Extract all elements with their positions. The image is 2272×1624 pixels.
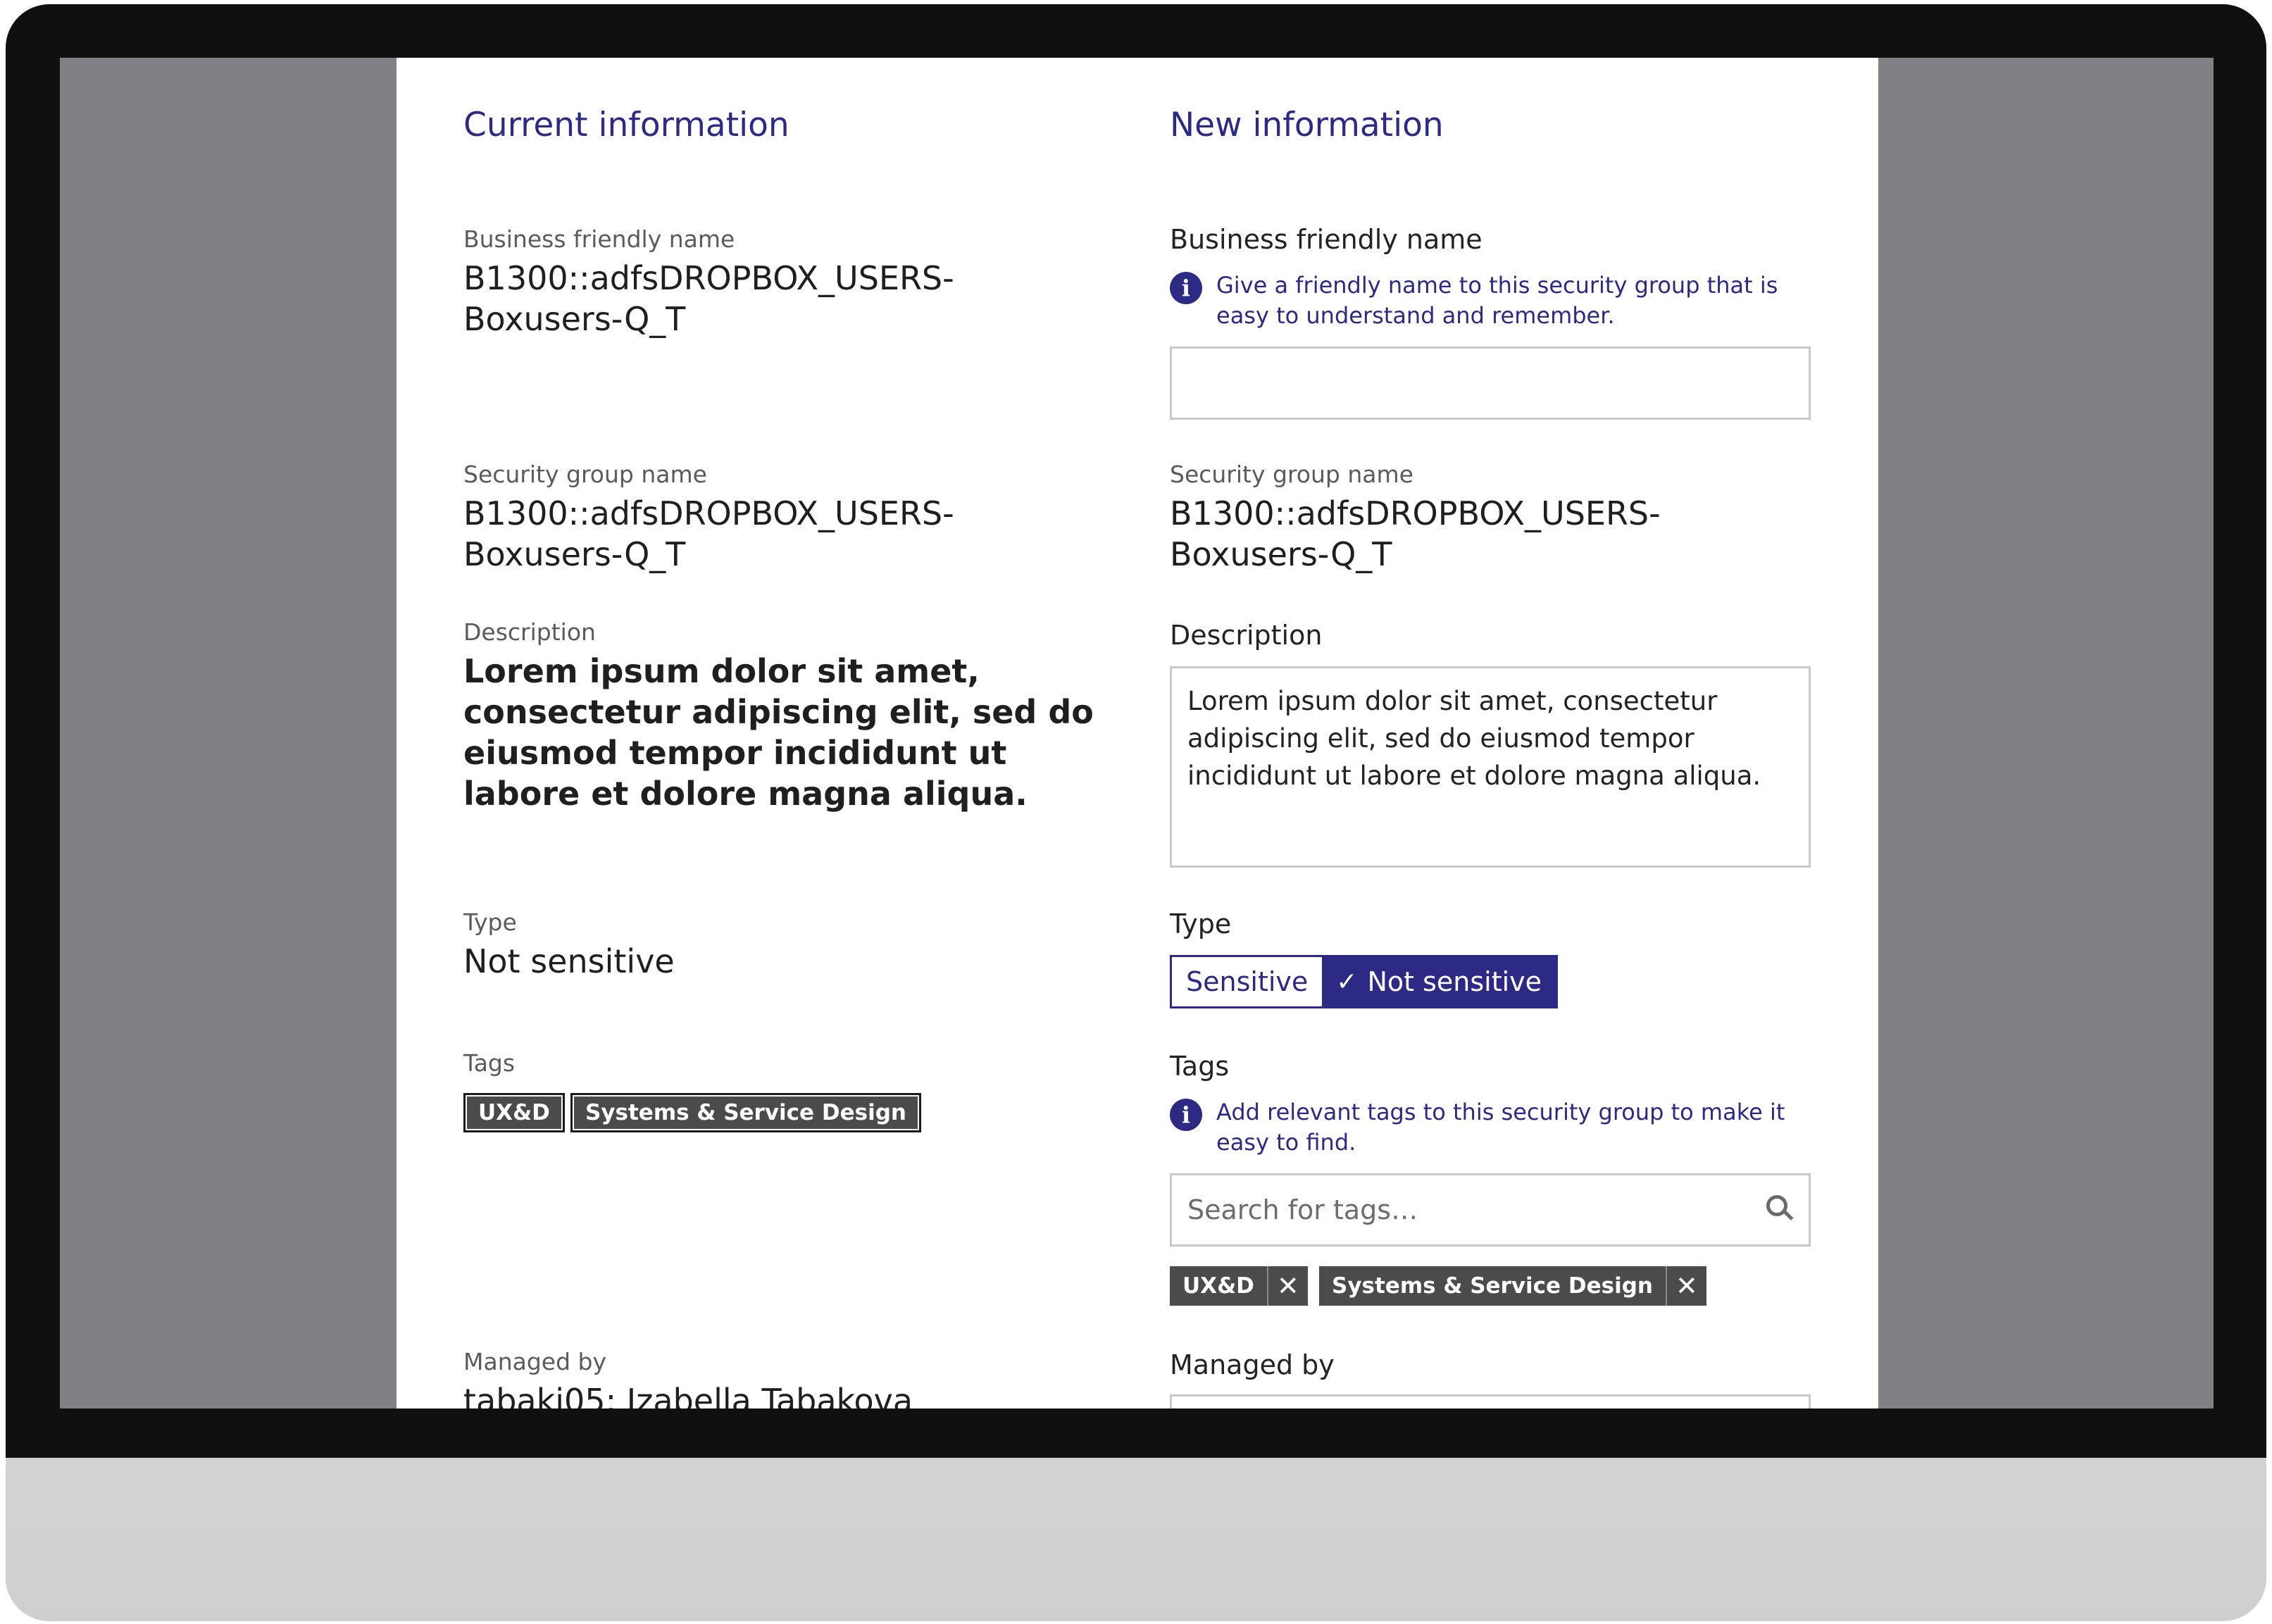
- new-description-label: Description: [1170, 620, 1323, 651]
- business-name-hint-text: Give a friendly name to this security gr…: [1216, 272, 1778, 329]
- type-option-not-sensitive[interactable]: ✓ Not sensitive: [1322, 957, 1556, 1006]
- monitor-chin: [6, 1458, 2266, 1621]
- managed-by-input[interactable]: [1170, 1394, 1811, 1408]
- tag-search-placeholder: Search for tags…: [1187, 1194, 1418, 1225]
- type-option-not-sensitive-label: Not sensitive: [1367, 966, 1542, 997]
- new-tags-label: Tags: [1170, 1051, 1230, 1082]
- current-business-name-value: B1300::adfsDROPBOX_USERS-Boxusers-Q_T: [463, 259, 954, 338]
- current-tags-label: Tags: [463, 1049, 516, 1077]
- current-managed-by-label: Managed by: [463, 1348, 606, 1375]
- close-icon[interactable]: ✕: [1266, 1266, 1308, 1306]
- new-tag-systems-service-design: Systems & Service Design ✕: [1319, 1266, 1706, 1306]
- current-type-value: Not sensitive: [463, 942, 675, 980]
- new-tag-uxd: UX&D ✕: [1170, 1266, 1308, 1306]
- check-icon: ✓: [1336, 967, 1358, 997]
- tag-search-box[interactable]: Search for tags…: [1170, 1173, 1811, 1247]
- current-tag-uxd: UX&D: [463, 1093, 565, 1132]
- type-option-sensitive-label: Sensitive: [1186, 966, 1309, 997]
- current-type-label: Type: [463, 908, 517, 936]
- tag-label: Systems & Service Design: [1332, 1273, 1653, 1299]
- new-security-group-value: B1300::adfsDROPBOX_USERS-Boxusers-Q_T: [1170, 494, 1661, 573]
- type-option-sensitive[interactable]: Sensitive: [1172, 957, 1323, 1006]
- tags-hint: i Add relevant tags to this security gro…: [1170, 1097, 1811, 1158]
- current-security-group-label: Security group name: [463, 461, 707, 488]
- close-icon[interactable]: ✕: [1665, 1266, 1706, 1306]
- business-name-input[interactable]: [1170, 346, 1811, 420]
- new-information-heading: New information: [1170, 106, 1444, 144]
- new-managed-by-label: Managed by: [1170, 1349, 1335, 1380]
- info-icon: i: [1170, 272, 1202, 304]
- info-icon: i: [1170, 1099, 1202, 1131]
- monitor-frame: Current information Business friendly na…: [6, 4, 2266, 1621]
- search-icon[interactable]: [1766, 1195, 1787, 1216]
- new-business-name-label: Business friendly name: [1170, 224, 1483, 255]
- edit-security-group-panel: Current information Business friendly na…: [397, 58, 1878, 1408]
- current-business-name-label: Business friendly name: [463, 225, 735, 253]
- monitor-bezel: Current information Business friendly na…: [6, 4, 2266, 1458]
- tag-label: UX&D: [1182, 1273, 1254, 1299]
- tags-hint-text: Add relevant tags to this security group…: [1216, 1099, 1785, 1156]
- new-type-label: Type: [1170, 908, 1232, 939]
- description-textarea[interactable]: Lorem ipsum dolor sit amet, consectetur …: [1170, 666, 1811, 868]
- tag-label: UX&D: [478, 1100, 550, 1125]
- current-description-label: Description: [463, 618, 596, 646]
- current-description-value: Lorem ipsum dolor sit amet, consectetur …: [463, 652, 1094, 813]
- new-security-group-label: Security group name: [1170, 461, 1413, 488]
- screen: Current information Business friendly na…: [60, 58, 2214, 1408]
- tag-label: Systems & Service Design: [585, 1100, 906, 1125]
- current-managed-by-value: tabaki05: Izabella Tabakova: [463, 1382, 913, 1408]
- type-toggle: Sensitive ✓ Not sensitive: [1170, 955, 1559, 1008]
- current-security-group-value: B1300::adfsDROPBOX_USERS-Boxusers-Q_T: [463, 494, 954, 573]
- current-information-heading: Current information: [463, 106, 789, 144]
- business-name-hint: i Give a friendly name to this security …: [1170, 270, 1811, 331]
- current-tag-systems-service-design: Systems & Service Design: [570, 1093, 921, 1132]
